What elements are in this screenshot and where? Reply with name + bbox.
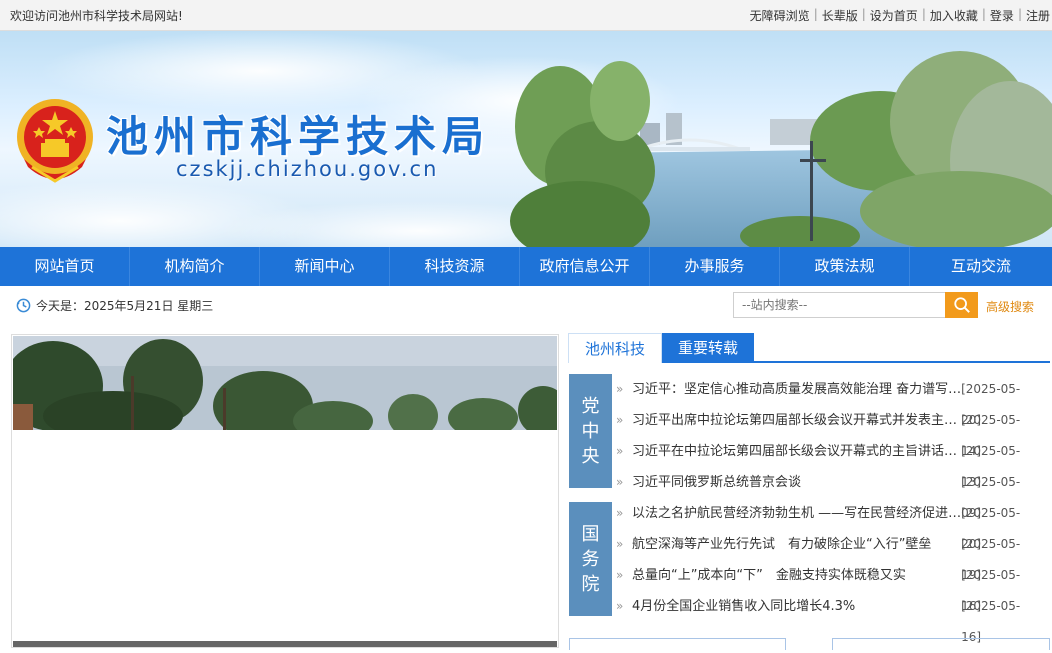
news-list: »以法之名护航民营经济勃勃生机 ——写在民营经济促进法施行之际[2025-05-…: [616, 498, 1040, 644]
list-item[interactable]: » 4月份全国企业销售收入同比增长4.3% [2025-05-16]: [616, 591, 1040, 644]
list-item[interactable]: » 航空深海等产业先行先试 有力破除企业“入行”壁垒 [2025-05-19]: [616, 529, 1040, 582]
divider: |: [981, 7, 986, 21]
lower-panel-right: [832, 638, 1050, 650]
divider: |: [921, 7, 926, 21]
news-title[interactable]: 航空深海等产业先行先试 有力破除企业“入行”壁垒: [632, 529, 961, 560]
nav-item-policy[interactable]: 政策法规: [780, 247, 910, 286]
news-title[interactable]: 习近平出席中拉论坛第四届部长级会议开幕式并发表主旨讲话: [632, 405, 961, 436]
nav-item-services[interactable]: 办事服务: [650, 247, 780, 286]
double-chevron-icon: »: [616, 475, 624, 489]
nav-item-gov-info[interactable]: 政府信息公开: [520, 247, 650, 286]
search-button[interactable]: [945, 292, 978, 318]
news-tabs: 池州科技 重要转载: [568, 333, 1050, 363]
news-group-state-council: 国 务 院 »以法之名护航民营经济勃勃生机 ——写在民营经济促进法施行之际[20…: [568, 498, 1050, 644]
tab-chizhou-tech[interactable]: 池州科技: [568, 333, 663, 363]
set-homepage-link[interactable]: 设为首页: [870, 7, 918, 24]
nav-item-resources[interactable]: 科技资源: [390, 247, 520, 286]
news-list: »习近平：坚定信心推动高质量发展高效能治理 奋力谱写中国式现代化建设新篇章[20…: [616, 374, 1040, 520]
divider: |: [813, 7, 818, 21]
elder-mode-link[interactable]: 长辈版: [822, 7, 858, 24]
news-date: [2025-05-13]: [961, 444, 1021, 489]
current-date: 今天是：2025年5月21日 星期三: [16, 297, 213, 314]
nav-item-home[interactable]: 网站首页: [0, 247, 130, 286]
news-panel: 池州科技 重要转载 党 中 央 » 习近平：坚定信心推动高质量发展高效能治理 奋力…: [568, 333, 1050, 644]
news-date: [2025-05-20]: [961, 382, 1021, 427]
double-chevron-icon: »: [616, 382, 624, 396]
list-item[interactable]: » 习近平出席中拉论坛第四届部长级会议开幕式并发表主旨讲话 [2025-05-14]: [616, 405, 1040, 458]
carousel-photo: [13, 336, 557, 430]
double-chevron-icon: »: [616, 537, 624, 551]
welcome-text: 欢迎访问池州市科学技术局网站!: [10, 9, 183, 23]
news-title[interactable]: 习近平在中拉论坛第四届部长级会议开幕式的主旨讲话（全文）: [632, 436, 961, 467]
list-item[interactable]: » 习近平在中拉论坛第四届部长级会议开幕式的主旨讲话（全文） [2025-05-13…: [616, 436, 1040, 489]
search-icon: [953, 297, 970, 313]
add-favorite-link[interactable]: 加入收藏: [930, 7, 978, 24]
news-title[interactable]: 习近平：坚定信心推动高质量发展高效能治理 奋力谱写中国式现代化建设新篇章: [632, 374, 961, 405]
double-chevron-icon: »: [616, 413, 624, 427]
nav-item-about[interactable]: 机构简介: [130, 247, 260, 286]
register-link[interactable]: 注册: [1026, 7, 1050, 24]
news-date: [2025-05-19]: [961, 537, 1021, 582]
login-link[interactable]: 登录: [990, 7, 1014, 24]
list-item[interactable]: » 习近平：坚定信心推动高质量发展高效能治理 奋力谱写中国式现代化建设新篇章[20…: [616, 374, 1040, 427]
nav-item-interaction[interactable]: 互动交流: [910, 247, 1052, 286]
double-chevron-icon: »: [616, 444, 624, 458]
news-date: [2025-05-16]: [961, 568, 1021, 613]
national-emblem-icon: [17, 99, 93, 183]
news-date: [2025-05-16]: [961, 599, 1021, 644]
news-title[interactable]: 以法之名护航民营经济勃勃生机 ——写在民营经济促进法施行之际: [632, 498, 961, 529]
double-chevron-icon: »: [616, 599, 624, 613]
news-title[interactable]: 总量向“上”成本向“下” 金融支持实体既稳又实: [632, 560, 961, 591]
news-title[interactable]: 4月份全国企业销售收入同比增长4.3%: [632, 591, 961, 622]
accessibility-link[interactable]: 无障碍浏览: [750, 7, 810, 24]
news-date: [2025-05-20]: [961, 506, 1021, 551]
news-date: [2025-05-14]: [961, 413, 1021, 458]
advanced-search-link[interactable]: 高级搜索: [986, 298, 1034, 315]
search-input[interactable]: [733, 292, 945, 318]
group-label-central-committee: 党 中 央: [569, 374, 612, 488]
news-title[interactable]: 习近平同俄罗斯总统普京会谈: [632, 467, 961, 498]
top-bar: 欢迎访问池州市科学技术局网站! 无障碍浏览 | 长辈版 | 设为首页 | 加入收…: [0, 0, 1052, 31]
nav-item-news[interactable]: 新闻中心: [260, 247, 390, 286]
news-date: [2025-05-09]: [961, 475, 1021, 520]
photo-carousel[interactable]: [11, 334, 559, 648]
carousel-caption-bar: [13, 641, 557, 647]
double-chevron-icon: »: [616, 568, 624, 582]
lower-panel-left: [569, 638, 786, 650]
top-links: 无障碍浏览 | 长辈版 | 设为首页 | 加入收藏 | 登录 | 注册: [750, 7, 1050, 24]
double-chevron-icon: »: [616, 506, 624, 520]
clock-icon: [16, 298, 31, 313]
site-title: 池州市科学技术局: [106, 112, 491, 161]
date-text: 今天是：2025年5月21日 星期三: [36, 299, 214, 313]
divider: |: [1017, 7, 1022, 21]
news-group-central-committee: 党 中 央 » 习近平：坚定信心推动高质量发展高效能治理 奋力谱写中国式现代化建设…: [568, 374, 1050, 520]
divider: |: [861, 7, 866, 21]
tab-important-reprints[interactable]: 重要转载: [662, 333, 755, 363]
group-label-state-council: 国 务 院: [569, 502, 612, 616]
list-item[interactable]: » 习近平同俄罗斯总统普京会谈 [2025-05-09]: [616, 467, 1040, 520]
list-item[interactable]: » 以法之名护航民营经济勃勃生机 ——写在民营经济促进法施行之际[2025-05-…: [616, 498, 1040, 551]
main-nav: 网站首页 机构简介 新闻中心 科技资源 政府信息公开 办事服务 政策法规 互动交…: [0, 247, 1052, 286]
list-item[interactable]: » 总量向“上”成本向“下” 金融支持实体既稳又实 [2025-05-16]: [616, 560, 1040, 613]
site-domain: czskjj.chizhou.gov.cn: [176, 157, 439, 181]
header-banner: 池州市科学技术局 czskjj.chizhou.gov.cn: [0, 31, 1052, 247]
site-search: [733, 292, 978, 318]
